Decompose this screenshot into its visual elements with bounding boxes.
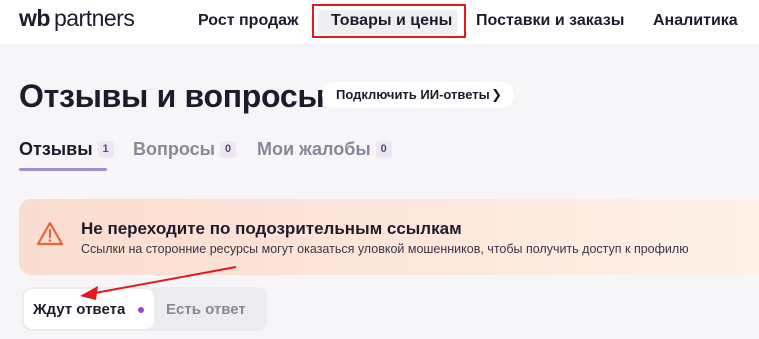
warning-icon: [36, 221, 64, 246]
tab-reviews-count-badge: 1: [97, 140, 114, 158]
answer-status-filter: Ждут ответа Есть ответ: [22, 287, 267, 331]
connect-ai-answers-label: Подключить ИИ-ответы: [336, 87, 490, 102]
tab-my-complaints[interactable]: Мои жалобы 0: [257, 138, 392, 160]
tab-my-complaints-count-badge: 0: [375, 140, 392, 158]
filter-has-answer[interactable]: Есть ответ: [166, 301, 246, 318]
tab-questions-label: Вопросы: [133, 138, 216, 159]
tab-questions-count-badge: 0: [220, 140, 237, 158]
active-tab-underline: [19, 168, 107, 171]
tab-reviews-label: Отзывы: [19, 138, 93, 159]
alert-text: Ссылки на сторонние ресурсы могут оказат…: [81, 242, 689, 256]
filter-awaiting-answer[interactable]: Ждут ответа: [24, 289, 154, 329]
connect-ai-answers-button[interactable]: Подключить ИИ-ответы ❯: [322, 82, 514, 108]
nav-item-supplies-orders[interactable]: Поставки и заказы: [476, 12, 624, 30]
nav-item-analytics[interactable]: Аналитика: [653, 12, 738, 30]
nav-item-sales-growth[interactable]: Рост продаж: [198, 12, 298, 30]
tab-my-complaints-label: Мои жалобы: [257, 138, 371, 159]
page-title: Отзывы и вопросы: [19, 78, 325, 114]
wb-partners-logo[interactable]: wb partners: [19, 5, 135, 35]
filter-awaiting-answer-label: Ждут ответа: [33, 301, 126, 318]
chevron-right-icon: ❯: [491, 87, 502, 102]
unread-dot-indicator: [138, 307, 144, 313]
alert-title: Не переходите по подозрительным ссылкам: [81, 219, 462, 238]
logo-wb-text: wb: [19, 5, 50, 31]
logo-partners-text: partners: [53, 5, 135, 31]
top-navigation-bar: wb partners Рост продаж Товары и цены Пос…: [0, 0, 759, 44]
tab-questions[interactable]: Вопросы 0: [133, 138, 237, 160]
tab-reviews[interactable]: Отзывы 1: [19, 138, 114, 160]
security-alert-banner: Не переходите по подозрительным ссылкам …: [19, 199, 759, 275]
nav-item-products-prices[interactable]: Товары и цены: [331, 12, 452, 30]
